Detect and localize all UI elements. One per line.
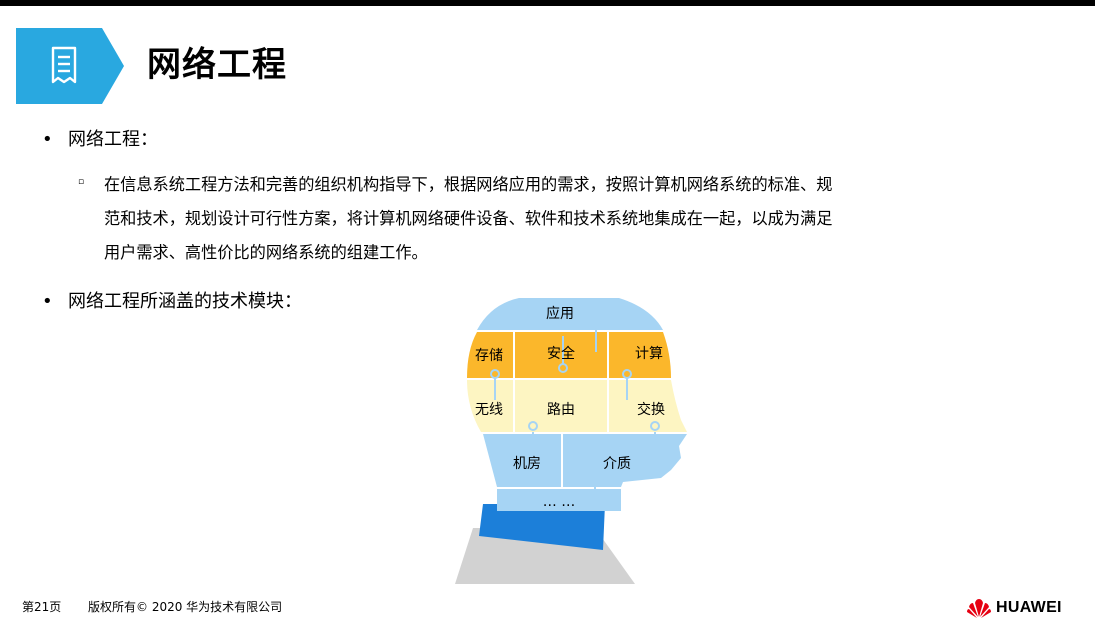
footer-copyright: 版权所有© 2020 华为技术有限公司	[88, 600, 283, 614]
bullet-dot: •	[42, 291, 53, 312]
label-datacenter: 机房	[513, 456, 541, 472]
label-computing: 计算	[635, 346, 663, 362]
label-security: 安全	[547, 345, 575, 362]
bullet-text: 网络工程：	[68, 129, 158, 150]
label-storage: 存储	[475, 348, 503, 364]
huawei-brand-text: HUAWEI	[996, 599, 1062, 616]
bullet-tech-modules: • 网络工程所涵盖的技术模块：	[42, 289, 302, 315]
label-more: … …	[543, 494, 575, 510]
bullet-network-engineering: • 网络工程：	[42, 127, 158, 153]
bullet-dot: •	[42, 129, 53, 150]
huawei-logo-icon	[967, 599, 991, 618]
footer-page-number: 第21页	[22, 600, 62, 614]
label-wireless: 无线	[475, 402, 503, 418]
sub-bullet-marker: ▫	[78, 177, 85, 187]
top-bar	[0, 0, 1095, 6]
label-switching: 交换	[637, 401, 665, 418]
label-routing: 路由	[547, 402, 575, 418]
label-medium: 介质	[603, 456, 631, 472]
label-application: 应用	[546, 305, 574, 322]
bullet-text: 网络工程所涵盖的技术模块：	[68, 291, 302, 312]
page-title: 网络工程	[147, 45, 287, 85]
definition-paragraph: 在信息系统工程方法和完善的组织机构指导下，根据网络应用的需求，按照计算机网络系统…	[104, 175, 833, 262]
title-badge	[16, 28, 132, 104]
tech-modules-head-diagram: 应用 存储 安全 计算 无线 路由 交换 机房 介质 … …	[455, 298, 687, 584]
